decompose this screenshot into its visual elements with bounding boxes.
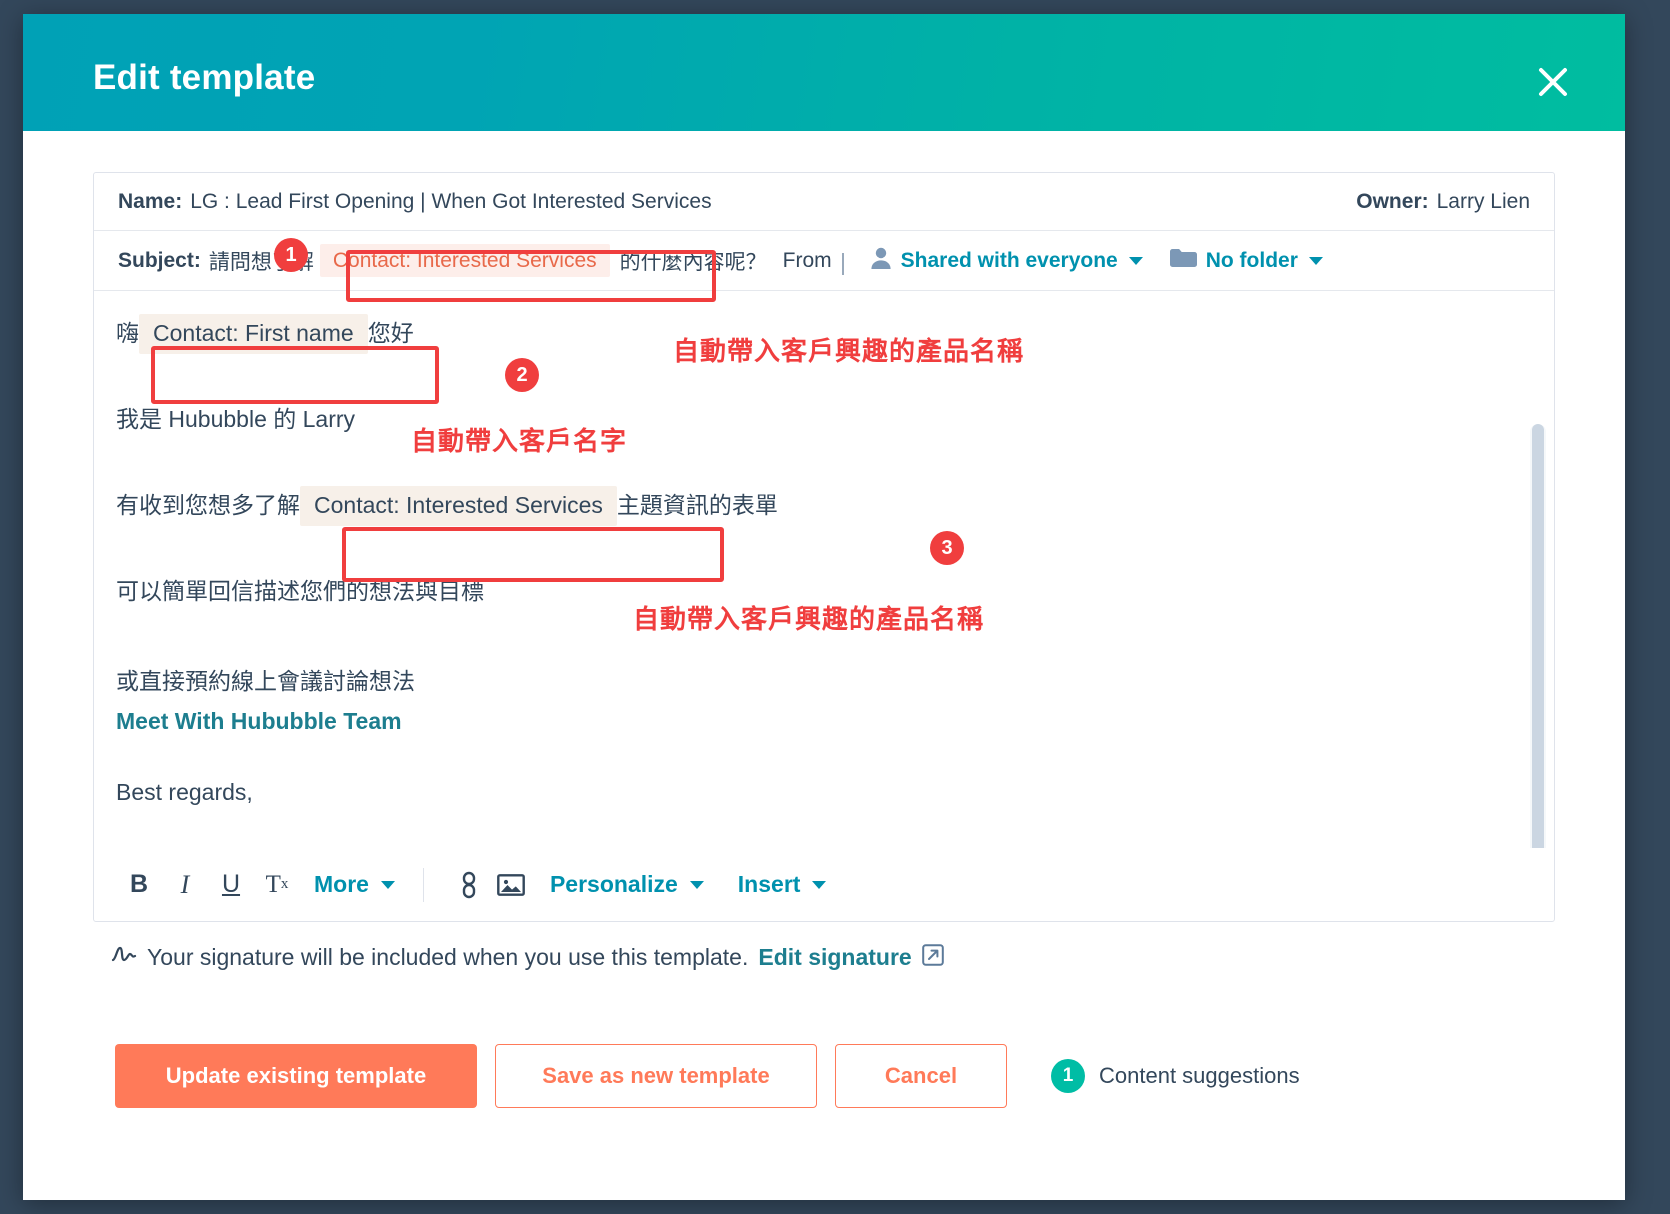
modal-footer-actions: Update existing template Save as new tem… xyxy=(115,1044,1300,1108)
insert-dropdown[interactable]: Insert xyxy=(738,871,827,898)
subject-label: Subject: xyxy=(118,248,201,272)
clear-format-subscript: x xyxy=(280,876,289,892)
chevron-down-icon xyxy=(689,880,704,889)
chevron-down-icon xyxy=(1128,256,1143,265)
annotation-note-subject: 自動帶入客戶興趣的產品名稱 xyxy=(673,336,1025,366)
more-label: More xyxy=(314,871,369,897)
email-body-editor[interactable]: 嗨 Contact: First name 您好 我是 Hububble 的 L… xyxy=(94,292,1554,848)
external-link-icon[interactable] xyxy=(921,944,944,971)
chevron-down-icon xyxy=(380,880,395,889)
insert-label: Insert xyxy=(737,871,801,897)
personalize-dropdown[interactable]: Personalize xyxy=(550,871,704,898)
editor-toolbar: B I U Tx More Personalize Insert xyxy=(94,848,1554,921)
editor-scrollbar-thumb[interactable] xyxy=(1532,424,1544,848)
from-label: From xyxy=(782,248,832,272)
image-icon[interactable] xyxy=(490,864,532,906)
clear-format-glyph: T xyxy=(265,870,281,898)
meet-with-team-link[interactable]: Meet With Hububble Team xyxy=(116,708,1514,735)
italic-button[interactable]: I xyxy=(162,862,208,908)
page-title: Edit template xyxy=(93,58,316,97)
owner-group: Owner: Larry Lien xyxy=(1356,190,1530,214)
template-name-value[interactable]: LG : Lead First Opening | When Got Inter… xyxy=(190,190,711,214)
close-icon[interactable] xyxy=(1531,60,1575,104)
content-suggestions[interactable]: 1 Content suggestions xyxy=(1051,1059,1300,1093)
annotation-note-firstname: 自動帶入客戶名字 xyxy=(411,426,628,456)
name-label: Name: xyxy=(118,189,183,213)
folder-dropdown[interactable]: No folder xyxy=(1169,247,1323,274)
greeting-prefix: 嗨 xyxy=(116,320,139,347)
annotation-badge-2: 2 xyxy=(505,358,539,392)
annotation-badge-1: 1 xyxy=(274,238,308,272)
chevron-down-icon xyxy=(1308,256,1323,265)
subject-suffix[interactable]: 的什麼內容呢？ xyxy=(620,246,767,276)
annotation-note-interested: 自動帶入客戶興趣的產品名稱 xyxy=(633,604,985,634)
signature-icon xyxy=(111,944,137,971)
clear-formatting-button[interactable]: Tx xyxy=(254,862,300,908)
annotation-badge-3: 3 xyxy=(930,531,964,565)
link-icon[interactable] xyxy=(448,864,490,906)
suggestions-count-badge: 1 xyxy=(1051,1059,1085,1093)
suggestions-label: Content suggestions xyxy=(1099,1063,1300,1088)
save-as-new-template-button[interactable]: Save as new template xyxy=(495,1044,817,1108)
body-line-interest[interactable]: 有收到您想多了解 Contact: Interested Services 主題… xyxy=(116,485,1514,526)
greeting-suffix: 您好 xyxy=(367,320,414,347)
folder-value: No folder xyxy=(1205,248,1298,272)
more-dropdown[interactable]: More xyxy=(314,871,395,898)
sharing-dropdown[interactable]: Shared with everyone xyxy=(870,246,1143,275)
template-card: Name: LG : Lead First Opening | When Got… xyxy=(93,172,1555,922)
signature-text: Your signature will be included when you… xyxy=(147,944,749,970)
edit-signature-link[interactable]: Edit signature xyxy=(758,944,911,971)
owner-value[interactable]: Larry Lien xyxy=(1437,190,1530,214)
owner-label: Owner: xyxy=(1356,189,1429,213)
name-row: Name: LG : Lead First Opening | When Got… xyxy=(94,173,1554,231)
body-line-intro[interactable]: 我是 Hububble 的 Larry xyxy=(116,400,1514,434)
modal-header: Edit template xyxy=(23,14,1625,131)
firstname-personalization-token[interactable]: Contact: First name xyxy=(139,314,368,354)
underline-button[interactable]: U xyxy=(208,862,254,908)
sharing-value: Shared with everyone xyxy=(900,248,1118,272)
interest-prefix: 有收到您想多了解 xyxy=(116,492,300,519)
chevron-down-icon xyxy=(812,880,827,889)
person-icon xyxy=(870,246,892,275)
body-line-meeting[interactable]: 或直接預約線上會議討論想法 xyxy=(116,662,1514,696)
interested-services-token[interactable]: Contact: Interested Services xyxy=(300,485,617,526)
subject-row: Subject: 請問想了解 Contact: Interested Servi… xyxy=(94,231,1554,291)
update-existing-template-button[interactable]: Update existing template xyxy=(115,1044,477,1108)
signature-notice: Your signature will be included when you… xyxy=(111,944,944,971)
folder-icon xyxy=(1169,247,1197,274)
personalize-label: Personalize xyxy=(549,871,678,897)
subject-personalization-token[interactable]: Contact: Interested Services xyxy=(319,243,610,278)
editor-scrollbar[interactable] xyxy=(1530,424,1546,848)
bold-button[interactable]: B xyxy=(116,862,162,908)
cancel-button[interactable]: Cancel xyxy=(835,1044,1007,1108)
text-cursor xyxy=(841,252,844,275)
interest-suffix: 主題資訊的表單 xyxy=(616,492,778,519)
body-line-signoff[interactable]: Best regards, xyxy=(116,779,1514,806)
toolbar-divider xyxy=(422,867,424,902)
